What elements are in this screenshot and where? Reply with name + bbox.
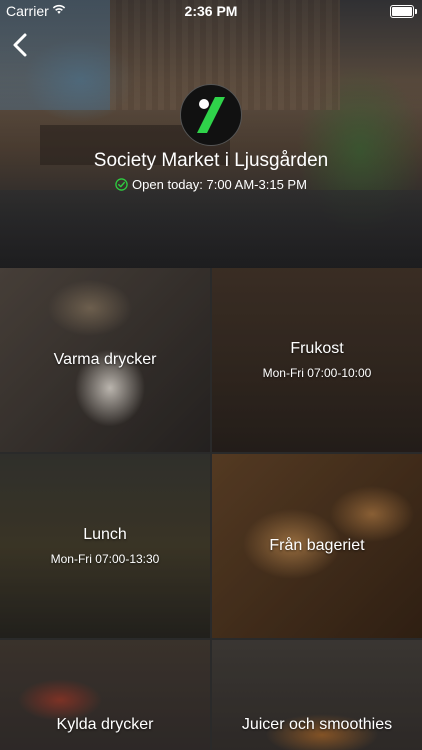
opening-hours: Open today: 7:00 AM-3:15 PM <box>0 177 422 192</box>
category-tile-varma-drycker[interactable]: Varma drycker <box>0 268 210 452</box>
tile-label-group: Varma drycker <box>54 351 157 369</box>
category-tile-lunch[interactable]: Lunch Mon-Fri 07:00-13:30 <box>0 454 210 638</box>
back-chevron-icon[interactable] <box>8 30 34 60</box>
category-tile-fran-bageriet[interactable]: Från bageriet <box>212 454 422 638</box>
tile-label-group: Frukost Mon-Fri 07:00-10:00 <box>263 340 372 380</box>
tile-label-group: Juicer och smoothies <box>212 716 422 734</box>
category-tile-frukost[interactable]: Frukost Mon-Fri 07:00-10:00 <box>212 268 422 452</box>
store-logo <box>180 84 242 146</box>
tile-label-group: Från bageriet <box>269 537 364 555</box>
tile-label-group: Kylda drycker <box>0 716 210 734</box>
check-circle-icon <box>115 178 128 191</box>
category-tile-juicer-och-smoothies[interactable]: Juicer och smoothies <box>212 640 422 750</box>
category-title: Från bageriet <box>269 537 365 554</box>
clock: 2:36 PM <box>184 3 238 19</box>
tile-label-group: Lunch Mon-Fri 07:00-13:30 <box>51 526 160 566</box>
category-title: Lunch <box>83 526 127 543</box>
opening-hours-text: Open today: 7:00 AM-3:15 PM <box>132 177 307 192</box>
category-hours: Mon-Fri 07:00-13:30 <box>50 552 160 566</box>
category-title: Varma drycker <box>53 351 157 368</box>
category-grid: Varma drycker Frukost Mon-Fri 07:00-10:0… <box>0 268 422 750</box>
category-title: Frukost <box>290 340 344 357</box>
category-title: Kylda drycker <box>56 716 154 733</box>
category-title: Juicer och smoothies <box>241 716 393 733</box>
category-hours: Mon-Fri 07:00-10:00 <box>262 366 372 380</box>
status-bar: Carrier 2:36 PM <box>0 0 422 22</box>
store-name: Society Market i Ljusgården <box>93 150 329 171</box>
battery-icon <box>390 5 417 18</box>
store-header-image: Carrier 2:36 PM Society Market i Ljusgår… <box>0 0 422 268</box>
category-tile-kylda-drycker[interactable]: Kylda drycker <box>0 640 210 750</box>
